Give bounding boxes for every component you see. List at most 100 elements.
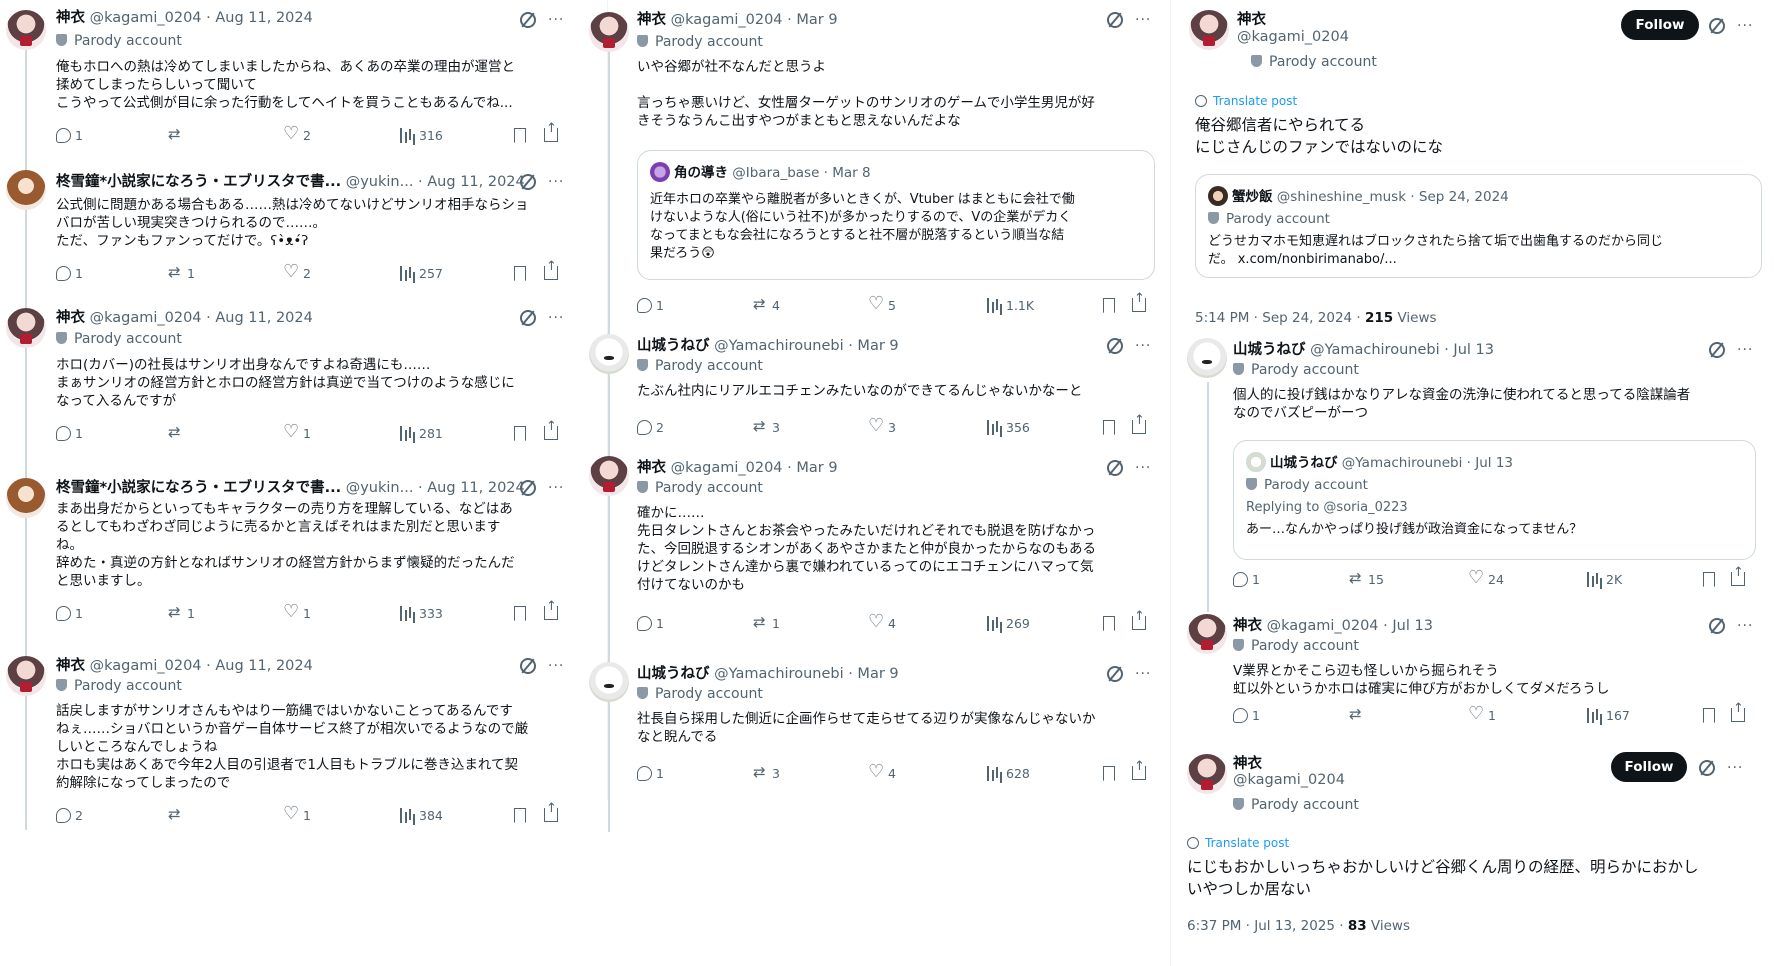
tweet-date[interactable]: · Mar 9 — [848, 666, 898, 682]
bookmark-button[interactable] — [514, 606, 526, 621]
user-handle[interactable]: @yukin... — [346, 174, 414, 190]
tweet[interactable]: 神衣 @kagami_0204 · Mar 9 ··· Parody accou… — [585, 452, 1165, 644]
share-button[interactable] — [1132, 413, 1146, 434]
share-button[interactable] — [544, 801, 558, 822]
tweet-date[interactable]: · Mar 9 — [848, 338, 898, 354]
tweet[interactable]: 山城うねび @Yamachirounebi · Jul 13 ··· Parod… — [1185, 334, 1770, 594]
reply-button[interactable]: 1 — [1233, 572, 1260, 587]
repost-button[interactable]: 3 — [753, 417, 780, 435]
share-button[interactable] — [1731, 565, 1745, 586]
post-timestamp[interactable]: 6:37 PM · Jul 13, 2025 · — [1187, 918, 1348, 934]
repost-button[interactable]: 1 — [753, 613, 780, 631]
user-handle[interactable]: @kagami_0204 — [90, 310, 202, 326]
reply-button[interactable]: 1 — [1233, 708, 1260, 723]
avatar[interactable] — [589, 456, 629, 496]
repost-button[interactable]: 1 — [168, 603, 195, 621]
views-button[interactable]: 269 — [987, 616, 1030, 631]
user-handle[interactable]: @Yamachirounebi — [1310, 342, 1440, 358]
display-name[interactable]: 神衣 — [1233, 756, 1262, 772]
display-name[interactable]: 神衣 — [1233, 618, 1262, 634]
views-button[interactable]: 1.1K — [987, 298, 1034, 313]
grok-icon[interactable] — [1107, 12, 1123, 28]
more-options-icon[interactable]: ··· — [1135, 339, 1151, 353]
avatar[interactable] — [6, 10, 46, 50]
like-button[interactable]: 2 — [283, 261, 311, 282]
bookmark-button[interactable] — [514, 808, 526, 823]
more-options-icon[interactable]: ··· — [1135, 667, 1151, 681]
user-handle[interactable]: @kagami_0204 — [671, 12, 783, 28]
avatar[interactable] — [6, 308, 46, 348]
more-options-icon[interactable]: ··· — [548, 311, 564, 325]
views-button[interactable]: 333 — [400, 606, 443, 621]
views-button[interactable]: 281 — [400, 426, 443, 441]
user-handle[interactable]: @kagami_0204 — [1267, 618, 1379, 634]
more-options-icon[interactable]: ··· — [1135, 13, 1151, 27]
avatar[interactable] — [1187, 614, 1227, 654]
reply-button[interactable]: 1 — [56, 266, 83, 281]
share-button[interactable] — [544, 419, 558, 440]
main-tweet[interactable]: 神衣 @kagami_0204 Parody account Follow ··… — [1185, 0, 1770, 340]
display-name[interactable]: 神衣 — [56, 658, 85, 674]
quoted-tweet[interactable]: 角の導き @Ibara_base · Mar 8 近年ホロの卒業やら離脱者が多い… — [637, 150, 1155, 280]
tweet[interactable]: 山城うねび @Yamachirounebi · Mar 9 ··· Parody… — [585, 330, 1165, 450]
post-timestamp[interactable]: 5:14 PM · Sep 24, 2024 · — [1195, 310, 1365, 326]
reply-button[interactable]: 1 — [637, 616, 664, 631]
more-options-icon[interactable]: ··· — [1135, 461, 1151, 475]
translate-post-link[interactable]: Translate post — [1195, 94, 1297, 108]
reply-button[interactable]: 2 — [56, 808, 83, 823]
grok-icon[interactable] — [520, 658, 536, 674]
bookmark-button[interactable] — [1103, 298, 1115, 313]
share-button[interactable] — [1132, 759, 1146, 780]
quoted-tweet[interactable]: 蟹炒飯 @shineshine_musk · Sep 24, 2024 Paro… — [1195, 174, 1762, 278]
display-name[interactable]: 柊雪鐘*小説家になろう・エブリスタで書... — [56, 174, 341, 190]
more-options-icon[interactable]: ··· — [548, 175, 564, 189]
reply-button[interactable]: 1 — [56, 128, 83, 143]
display-name[interactable]: 神衣 — [56, 10, 85, 26]
like-button[interactable]: 24 — [1468, 567, 1504, 588]
share-button[interactable] — [1731, 701, 1745, 722]
tweet[interactable]: 神衣 @kagami_0204 · Mar 9 ··· Parody accou… — [585, 0, 1165, 330]
like-button[interactable]: 1 — [283, 803, 311, 824]
more-options-icon[interactable]: ··· — [548, 659, 564, 673]
grok-icon[interactable] — [520, 480, 536, 496]
grok-icon[interactable] — [520, 174, 536, 190]
tweet-date[interactable]: · Aug 11, 2024 — [206, 310, 313, 326]
tweet[interactable]: 神衣 @kagami_0204 · Aug 11, 2024 ··· Parod… — [0, 0, 580, 160]
views-button[interactable]: 356 — [987, 420, 1030, 435]
bookmark-button[interactable] — [514, 426, 526, 441]
views-button[interactable]: 384 — [400, 808, 443, 823]
grok-icon[interactable] — [1699, 760, 1715, 776]
like-button[interactable]: 2 — [283, 123, 311, 144]
repost-button[interactable] — [168, 423, 187, 441]
display-name[interactable]: 山城うねび — [1233, 342, 1306, 358]
like-button[interactable]: 1 — [283, 421, 311, 442]
bookmark-button[interactable] — [1703, 572, 1715, 587]
bookmark-button[interactable] — [514, 128, 526, 143]
views-button[interactable]: 2K — [1587, 572, 1622, 587]
grok-icon[interactable] — [520, 310, 536, 326]
bookmark-button[interactable] — [1103, 616, 1115, 631]
tweet-date[interactable]: · Jul 13 — [1444, 342, 1494, 358]
follow-button[interactable]: Follow — [1611, 752, 1687, 782]
bookmark-button[interactable] — [1103, 420, 1115, 435]
tweet[interactable]: 神衣 @kagami_0204 · Jul 13 ··· Parody acco… — [1185, 610, 1770, 740]
tweet-date[interactable]: · Aug 11, 2024 — [206, 10, 313, 26]
translate-post-link[interactable]: Translate post — [1187, 836, 1289, 850]
like-button[interactable]: 3 — [868, 415, 896, 436]
avatar[interactable] — [6, 478, 46, 518]
tweet[interactable]: 山城うねび @Yamachirounebi · Mar 9 ··· Parody… — [585, 656, 1165, 796]
tweet[interactable]: 柊雪鐘*小説家になろう・エブリスタで書... @yukin... · Aug 1… — [0, 470, 580, 640]
tweet[interactable]: 神衣 @kagami_0204 · Aug 11, 2024 ··· Parod… — [0, 298, 580, 458]
more-options-icon[interactable]: ··· — [1727, 761, 1743, 775]
repost-button[interactable]: 4 — [753, 295, 780, 313]
avatar[interactable] — [589, 662, 629, 702]
avatar[interactable] — [589, 12, 629, 52]
avatar[interactable] — [6, 656, 46, 696]
tweet-date[interactable]: · Mar 9 — [787, 460, 837, 476]
grok-icon[interactable] — [1709, 18, 1725, 34]
bookmark-button[interactable] — [1703, 708, 1715, 723]
repost-button[interactable]: 1 — [168, 263, 195, 281]
display-name[interactable]: 山城うねび — [637, 666, 710, 682]
user-handle[interactable]: @kagami_0204 — [671, 460, 783, 476]
views-button[interactable]: 628 — [987, 766, 1030, 781]
